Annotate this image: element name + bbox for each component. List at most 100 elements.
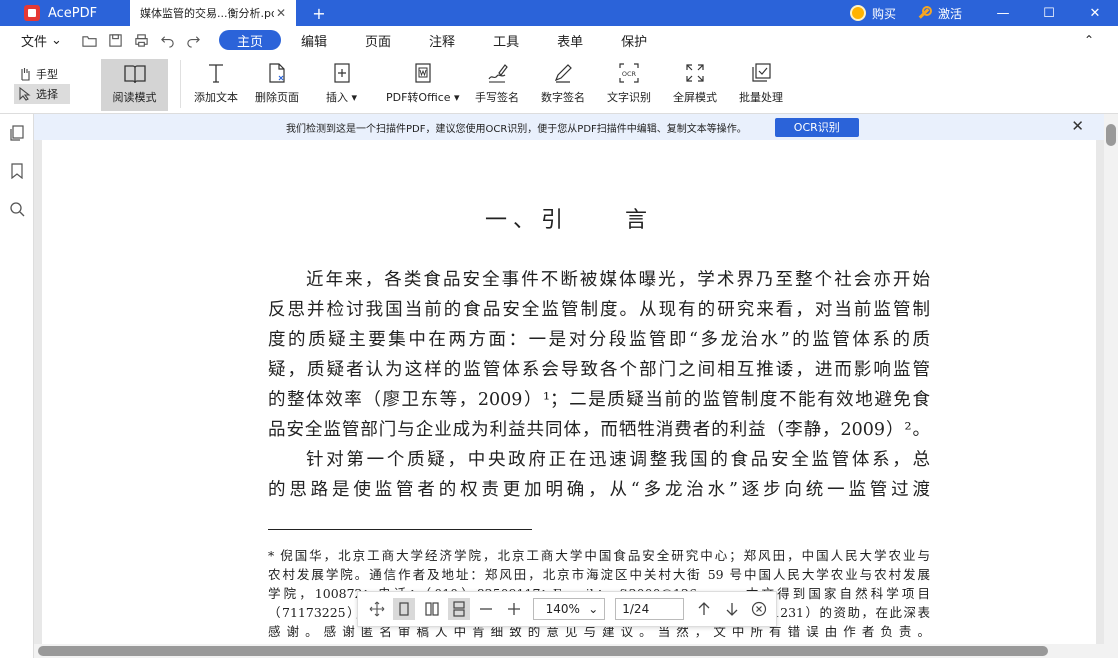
page-number-input[interactable]: 1/24 xyxy=(615,598,684,620)
hand-tool-button[interactable]: 手型 xyxy=(14,64,70,84)
zoom-level-value: 140% xyxy=(545,602,580,616)
tab-annotate[interactable]: 注释 xyxy=(411,30,473,50)
body-text-line: 近年来，各类食品安全事件不断被媒体曝光，学术界乃至整个社会亦开始 xyxy=(306,270,930,290)
vertical-scroll-thumb[interactable] xyxy=(1106,124,1116,146)
title-bar: AcePDF 媒体监管的交易...衡分析.pdf ✕ + 购买 激活 — ☐ ✕ xyxy=(0,0,1118,26)
body-text-line: 的整体效率（廖卫东等，2009）¹；二是质疑当前的监管制度不能有效地避免食 xyxy=(268,390,930,410)
delete-page-button[interactable]: 删除页面 xyxy=(255,62,299,108)
zoom-in-icon[interactable] xyxy=(503,598,524,620)
open-folder-icon[interactable] xyxy=(81,32,97,48)
ribbon-divider xyxy=(180,60,181,108)
page-navigation-toolbar: 140% ⌄ 1/24 xyxy=(357,591,777,627)
bookmark-icon[interactable] xyxy=(0,152,34,190)
close-toolbar-icon[interactable] xyxy=(749,598,770,620)
insert-page-button[interactable]: 插入 ▾ xyxy=(326,62,357,108)
tab-protect[interactable]: 保护 xyxy=(603,30,665,50)
activate-button[interactable]: 激活 xyxy=(938,5,962,22)
ocr-notification-banner: 我们检测到这是一个扫描件PDF，建议您使用OCR识别，便于您从PDF扫描件中编辑… xyxy=(34,114,1104,140)
buy-button[interactable]: 购买 xyxy=(872,5,896,22)
tab-tools[interactable]: 工具 xyxy=(475,30,537,50)
ocr-button[interactable]: OCR 文字识别 xyxy=(607,62,651,108)
digital-signature-button[interactable]: 数字签名 xyxy=(541,62,585,108)
ribbon: 手型 选择 阅读模式 添加文本 删除页面 插入 ▾ PDF转Office ▾ 手… xyxy=(0,54,1118,114)
pdf-to-office-button[interactable]: PDF转Office ▾ xyxy=(386,62,460,108)
insert-page-label: 插入 ▾ xyxy=(326,91,358,104)
handwrite-signature-button[interactable]: 手写签名 xyxy=(475,62,519,108)
tab-home[interactable]: 主页 xyxy=(219,30,282,50)
pdf-page: 一、引 言 近年来，各类食品安全事件不断被媒体曝光，学术界乃至整个社会亦开始 反… xyxy=(42,140,1096,644)
hand-tool-label: 手型 xyxy=(36,68,58,81)
chevron-down-icon: ⌄ xyxy=(51,32,62,48)
ocr-label: 文字识别 xyxy=(607,91,651,104)
footnote-line: * 倪国华，北京工商大学经济学院，北京工商大学中国食品安全研究中心；郑风田，中国… xyxy=(268,548,930,563)
batch-process-button[interactable]: 批量处理 xyxy=(739,62,783,108)
horizontal-scroll-thumb[interactable] xyxy=(38,646,1048,656)
cursor-icon xyxy=(19,87,31,101)
body-text-line: 度的质疑主要集中在两方面：一是对分段监管即“多龙治水”的监管体系的质 xyxy=(268,330,930,350)
zoom-out-icon[interactable] xyxy=(476,598,497,620)
svg-text:OCR: OCR xyxy=(622,70,637,78)
single-page-view-icon[interactable] xyxy=(393,598,415,620)
file-menu-label: 文件 xyxy=(21,34,48,50)
menu-bar: 文件 ⌄ 主页 编辑 页面 注释 工具 表单 保护 ⌃ xyxy=(0,26,1118,54)
book-icon xyxy=(123,65,146,84)
fullscreen-icon xyxy=(686,64,704,82)
zoom-level-select[interactable]: 140% ⌄ xyxy=(532,598,606,620)
continuous-view-icon[interactable] xyxy=(448,598,470,620)
minimize-button[interactable]: — xyxy=(980,0,1026,26)
move-icon[interactable] xyxy=(366,598,387,620)
left-sidebar xyxy=(0,114,34,658)
pdf-to-office-icon xyxy=(415,63,431,83)
horizontal-scrollbar[interactable] xyxy=(34,644,1104,658)
app-name: AcePDF xyxy=(48,5,98,21)
insert-page-icon xyxy=(333,63,350,83)
cursor-mode-group: 手型 选择 xyxy=(14,64,70,104)
close-window-button[interactable]: ✕ xyxy=(1072,0,1118,26)
pdf-to-office-label: PDF转Office ▾ xyxy=(386,91,460,104)
select-tool-label: 选择 xyxy=(36,88,58,101)
undo-icon[interactable] xyxy=(159,32,175,48)
activate-key-icon[interactable] xyxy=(918,6,932,20)
tab-form[interactable]: 表单 xyxy=(539,30,601,50)
ocr-recognize-button[interactable]: OCR识别 xyxy=(774,117,859,137)
tab-page[interactable]: 页面 xyxy=(347,30,409,50)
previous-page-icon[interactable] xyxy=(694,598,715,620)
search-icon[interactable] xyxy=(0,190,34,228)
buy-icon[interactable] xyxy=(849,5,866,21)
hand-icon xyxy=(21,68,30,81)
print-icon[interactable] xyxy=(133,32,149,48)
next-page-icon[interactable] xyxy=(721,598,742,620)
chevron-down-icon: ⌄ xyxy=(588,602,599,616)
select-tool-button[interactable]: 选择 xyxy=(14,84,70,104)
new-tab-button[interactable]: + xyxy=(312,4,326,23)
collapse-ribbon-icon[interactable]: ⌃ xyxy=(1084,33,1098,47)
redo-icon[interactable] xyxy=(185,32,201,48)
close-tab-icon[interactable]: ✕ xyxy=(274,6,288,20)
add-text-label: 添加文本 xyxy=(194,91,238,104)
save-icon[interactable] xyxy=(107,32,123,48)
handwrite-signature-icon xyxy=(488,64,508,83)
handwrite-signature-label: 手写签名 xyxy=(475,91,519,104)
delete-page-icon xyxy=(269,63,285,83)
file-menu[interactable]: 文件 ⌄ xyxy=(21,31,65,50)
add-text-button[interactable]: 添加文本 xyxy=(194,62,238,108)
fullscreen-button[interactable]: 全屏模式 xyxy=(673,62,717,108)
document-tab[interactable]: 媒体监管的交易...衡分析.pdf ✕ xyxy=(130,0,296,26)
two-page-view-icon[interactable] xyxy=(421,598,442,620)
read-mode-label: 阅读模式 xyxy=(112,91,157,104)
footnote-divider xyxy=(268,529,532,530)
thumbnails-icon[interactable] xyxy=(0,114,34,152)
body-text-line: 的思路是使监管者的权责更加明确，从“多龙治水”逐步向统一监管过渡 xyxy=(268,480,930,500)
tab-edit[interactable]: 编辑 xyxy=(283,30,345,50)
document-viewport[interactable]: 一、引 言 近年来，各类食品安全事件不断被媒体曝光，学术界乃至整个社会亦开始 反… xyxy=(34,140,1104,644)
app-logo-icon xyxy=(24,5,40,21)
document-tab-title: 媒体监管的交易...衡分析.pdf xyxy=(140,7,274,20)
menu-tabs: 主页 编辑 页面 注释 工具 表单 保护 xyxy=(219,30,667,50)
digital-signature-icon xyxy=(554,64,572,83)
read-mode-button[interactable]: 阅读模式 xyxy=(101,59,168,111)
maximize-button[interactable]: ☐ xyxy=(1026,0,1072,26)
vertical-scrollbar[interactable] xyxy=(1104,114,1118,658)
close-banner-icon[interactable]: ✕ xyxy=(1071,117,1084,135)
delete-page-label: 删除页面 xyxy=(255,91,299,104)
body-text-line: 反思并检讨我国当前的食品安全监管制度。从现有的研究来看，对当前监管制 xyxy=(268,300,930,320)
